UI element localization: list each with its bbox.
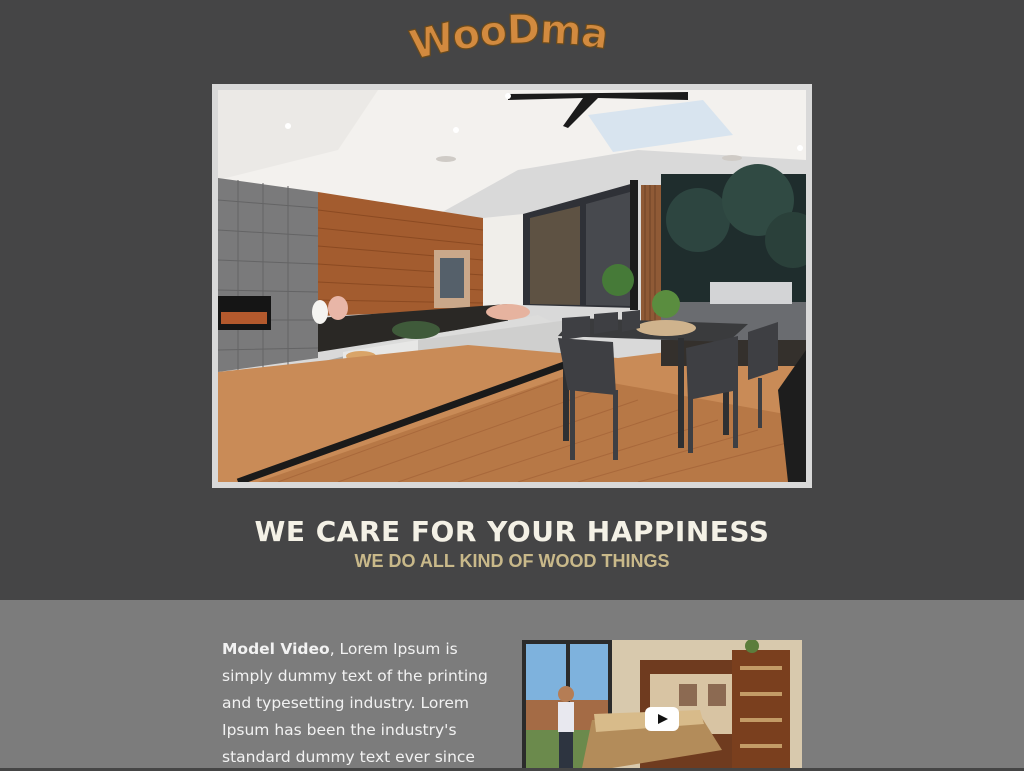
hero-image-frame	[212, 84, 812, 488]
header-section: WooDmart	[0, 0, 1024, 600]
model-video-label: Model Video	[222, 640, 330, 658]
hero-image	[218, 90, 806, 482]
page-title: WE CARE FOR YOUR HAPPINESS	[254, 515, 770, 548]
page-subtitle: WE DO ALL KIND OF WOOD THINGS	[354, 551, 670, 571]
content-section	[0, 600, 1024, 768]
brand-logo[interactable]: WooDmart	[0, 6, 1024, 72]
play-icon[interactable]	[645, 707, 679, 731]
model-video-body: , Lorem Ipsum is simply dummy text of th…	[222, 640, 488, 766]
logo-text: WooDmart	[0, 6, 611, 69]
video-still	[522, 640, 802, 768]
model-video-description: Model Video, Lorem Ipsum is simply dummy…	[222, 636, 512, 771]
video-thumbnail[interactable]	[522, 640, 802, 768]
